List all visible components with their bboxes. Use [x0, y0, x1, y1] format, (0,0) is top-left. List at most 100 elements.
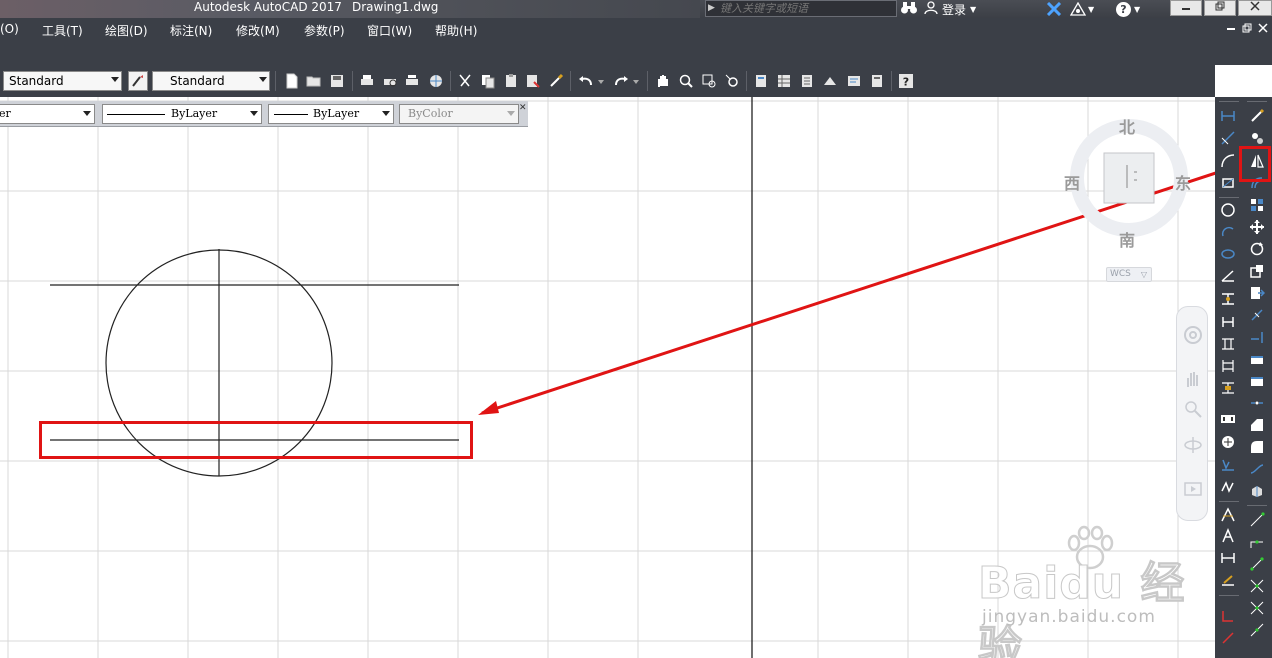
drawing-minimize-icon[interactable] [1226, 23, 1236, 33]
compass-east[interactable]: 东 [1175, 170, 1191, 194]
steering-wheel-icon[interactable] [1183, 325, 1203, 345]
spline-icon[interactable] [1218, 478, 1238, 496]
zoom-window-icon[interactable] [700, 72, 718, 90]
user-icon[interactable] [924, 0, 938, 18]
menu-item-parametric[interactable]: 参数(P) [304, 22, 345, 39]
chevron-down-icon[interactable] [111, 77, 119, 82]
stretch-icon[interactable] [1247, 284, 1267, 302]
leader-icon[interactable] [1218, 571, 1238, 589]
wcs-menu[interactable]: WCS ▽ [1106, 267, 1152, 282]
layer-select[interactable]: er [0, 104, 95, 124]
scale-icon[interactable] [1247, 262, 1267, 280]
text-style-select[interactable]: Standard [3, 71, 122, 91]
text-icon[interactable] [1218, 527, 1238, 545]
match-properties-icon[interactable] [524, 72, 542, 90]
zoom-extents-icon[interactable] [1183, 399, 1203, 419]
minimize-button[interactable] [1170, 0, 1202, 16]
region-icon[interactable] [1218, 410, 1238, 428]
toolbar-close-icon[interactable]: ✕ [519, 103, 527, 113]
join-icon[interactable] [1247, 394, 1267, 412]
compass-west[interactable]: 西 [1064, 170, 1080, 194]
circle-icon[interactable] [1218, 201, 1238, 219]
redo-dropdown-icon[interactable] [631, 72, 641, 90]
gradient-icon[interactable] [1218, 379, 1238, 397]
object-snap-endpoint-icon[interactable] [1247, 511, 1267, 529]
linetype-select[interactable]: ByLayer [268, 104, 394, 124]
break-icon[interactable] [1247, 372, 1267, 390]
dimension-icon[interactable] [1218, 549, 1238, 567]
point-icon[interactable] [1218, 335, 1238, 353]
table-icon[interactable] [1218, 456, 1238, 474]
properties-icon[interactable] [752, 72, 770, 90]
object-snap-apparent-icon[interactable] [1247, 599, 1267, 617]
login-dropdown-icon[interactable]: ▼ [970, 5, 976, 14]
compass-south[interactable]: 南 [1119, 227, 1135, 251]
new-file-icon[interactable] [283, 72, 301, 90]
color-select[interactable]: ByLayer [102, 104, 262, 124]
explode-icon[interactable] [1247, 482, 1267, 500]
menu-item-dimension[interactable]: 标注(N) [170, 22, 212, 39]
object-snap-midpoint-icon[interactable] [1247, 533, 1267, 551]
chevron-down-icon[interactable] [83, 111, 91, 116]
move-icon[interactable] [1247, 218, 1267, 236]
lineweight-select[interactable]: ByColor [399, 104, 519, 124]
chevron-down-icon[interactable] [382, 111, 390, 116]
center-mark-icon[interactable] [1218, 433, 1238, 451]
print-icon[interactable] [358, 72, 376, 90]
fillet-icon[interactable] [1247, 438, 1267, 456]
construction-line-icon[interactable] [1218, 129, 1238, 147]
insert-block-icon[interactable] [1218, 290, 1238, 308]
text-style-manager-button[interactable] [128, 71, 148, 91]
login-label[interactable]: 登录 [942, 1, 966, 18]
arc-icon[interactable] [1218, 152, 1238, 170]
menu-item-help[interactable]: 帮助(H) [435, 22, 477, 39]
restore-button[interactable] [1204, 0, 1236, 16]
rotate-icon[interactable] [1247, 240, 1267, 258]
compass-north[interactable]: 北 [1119, 114, 1135, 138]
design-center-icon[interactable] [775, 72, 793, 90]
match-brush-icon[interactable] [547, 72, 565, 90]
showmotion-icon[interactable] [1183, 479, 1203, 499]
menu-item-format[interactable]: (O) [0, 22, 19, 36]
ellipse-arc-icon[interactable] [1218, 267, 1238, 285]
sheet-set-icon[interactable] [821, 72, 839, 90]
menu-item-modify[interactable]: 修改(M) [236, 22, 280, 39]
rectangle-icon[interactable] [1218, 174, 1238, 192]
menu-item-window[interactable]: 窗口(W) [367, 22, 412, 39]
object-snap-nearest-icon[interactable] [1247, 621, 1267, 639]
open-file-icon[interactable] [305, 72, 323, 90]
search-input[interactable] [720, 1, 894, 16]
chevron-down-icon[interactable]: ▽ [1141, 268, 1147, 281]
binoculars-icon[interactable] [900, 1, 918, 18]
menu-item-draw[interactable]: 绘图(D) [105, 22, 148, 39]
make-block-icon[interactable] [1218, 313, 1238, 331]
help-toolbar-icon[interactable]: ? [897, 72, 915, 90]
arrow-edit-icon[interactable] [1218, 629, 1238, 647]
ellipse-icon[interactable] [1218, 245, 1238, 263]
help-button[interactable]: ? ▼ [1116, 0, 1140, 18]
help-icon[interactable]: ? [1116, 1, 1131, 17]
break-at-point-icon[interactable] [1247, 350, 1267, 368]
chevron-down-icon[interactable] [507, 111, 515, 116]
drawing-close-icon[interactable] [1258, 23, 1268, 33]
object-snap-extension-icon[interactable] [1247, 577, 1267, 595]
copy-icon[interactable] [479, 72, 497, 90]
redo-icon[interactable] [612, 72, 630, 90]
drawing-restore-icon[interactable] [1242, 23, 1252, 33]
blend-curves-icon[interactable] [1247, 460, 1267, 478]
chevron-down-icon[interactable] [259, 77, 267, 82]
array-icon[interactable] [1247, 196, 1267, 214]
dim-style-select[interactable]: Standard [152, 71, 270, 91]
cut-icon[interactable] [456, 72, 474, 90]
help-dropdown-icon[interactable]: ▼ [1134, 5, 1140, 14]
tool-palettes-icon[interactable] [798, 72, 816, 90]
calculator-icon[interactable] [868, 72, 886, 90]
zoom-realtime-icon[interactable] [677, 72, 695, 90]
search-expand-icon[interactable]: ▶ [708, 3, 715, 13]
zoom-previous-icon[interactable] [723, 72, 741, 90]
autodesk-360-icon[interactable]: ▼ [1070, 0, 1094, 18]
chamfer-icon[interactable] [1247, 416, 1267, 434]
orbit-icon[interactable] [1183, 435, 1203, 455]
line-icon[interactable] [1218, 107, 1238, 125]
pan-hand-icon[interactable] [1183, 369, 1203, 389]
